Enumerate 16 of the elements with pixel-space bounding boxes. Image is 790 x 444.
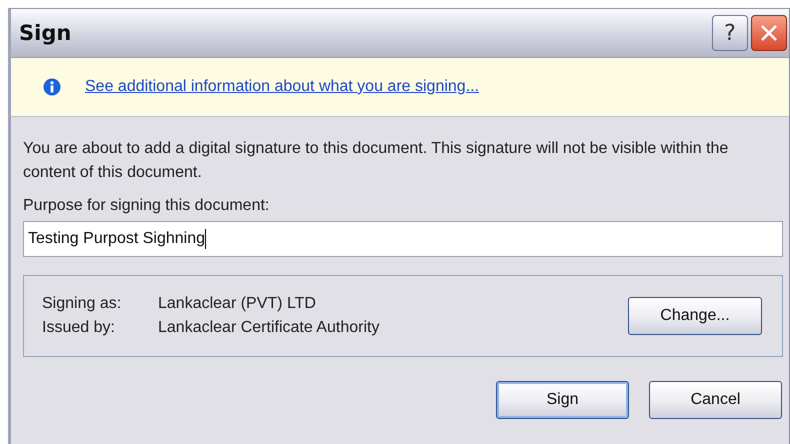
message-text: You are about to add a digital signature to this document. This signature will not be visible within the content of this document.: [23, 139, 730, 183]
window-title: Sign: [19, 21, 72, 45]
change-button[interactable]: Change...: [628, 297, 762, 335]
signer-label: Signing as:: [42, 295, 122, 313]
purpose-field[interactable]: Testing Purpost Sighning: [23, 221, 783, 257]
signer-value: Lankaclear (PVT) LTD: [158, 295, 316, 313]
close-icon: [759, 23, 779, 43]
info-link[interactable]: See additional information about what you are signing...: [85, 78, 480, 96]
purpose-label: Purpose for signing this document:: [23, 197, 270, 215]
info-icon: [43, 78, 61, 96]
signer-value: Lankaclear Certificate Authority: [158, 319, 380, 337]
close-button[interactable]: [751, 15, 787, 51]
signer-label: Issued by:: [42, 319, 116, 337]
help-button[interactable]: ?: [712, 15, 748, 51]
sign-button[interactable]: Sign: [496, 381, 629, 419]
cancel-button[interactable]: Cancel: [649, 381, 782, 419]
